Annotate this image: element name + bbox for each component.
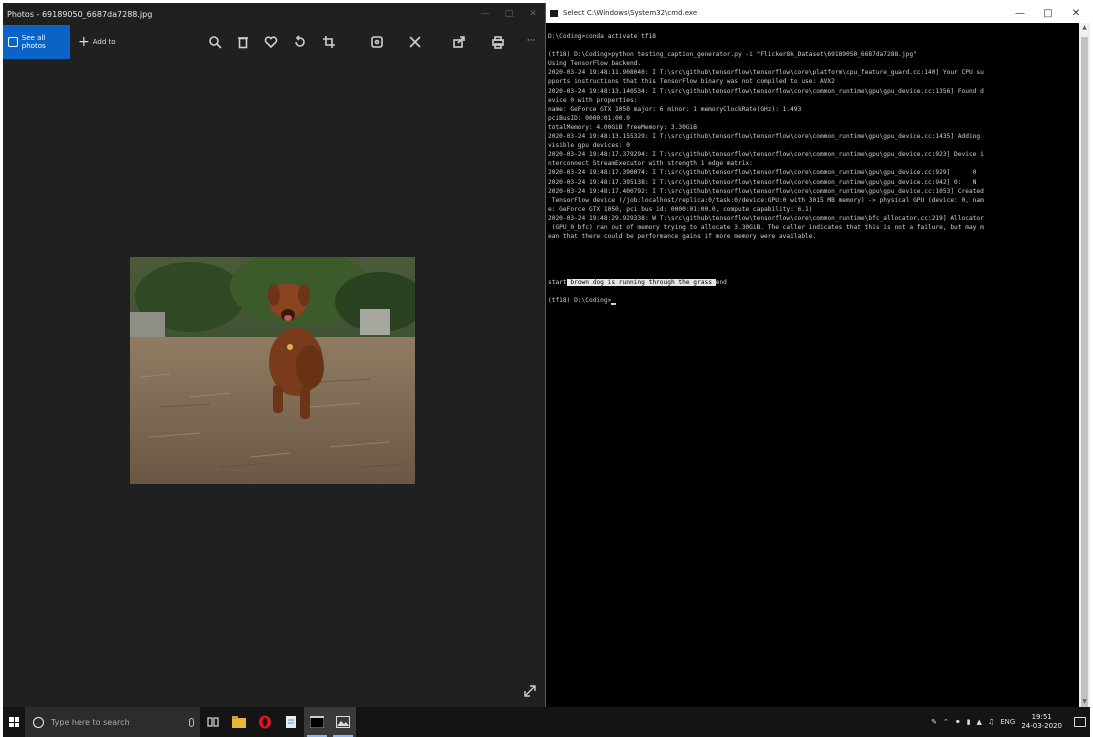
cmd-window-title: Select C:\Windows\System32\cmd.exe xyxy=(563,9,698,17)
dog-photo xyxy=(130,257,415,484)
clock-time: 19:51 xyxy=(1031,713,1052,721)
security-icon[interactable]: ⚫ xyxy=(955,718,961,726)
crop-icon[interactable] xyxy=(321,34,337,50)
edit-icon[interactable] xyxy=(407,34,423,50)
battery-icon[interactable]: ▮ xyxy=(967,718,971,726)
cortana-icon xyxy=(33,716,44,728)
language-indicator[interactable]: ENG xyxy=(1000,718,1015,726)
volume-icon[interactable]: ♫ xyxy=(988,718,994,726)
console-line: totalMemory: 4.00GiB freeMemory: 3.30GiB xyxy=(548,123,698,131)
cmd-app-icon xyxy=(550,9,558,17)
maximize-button[interactable]: □ xyxy=(497,3,521,25)
console-line: 2020-03-24 19:48:13.155329: I T:\src\git… xyxy=(548,133,981,141)
console-line: pciBusID: 0000:01:00.0 xyxy=(548,114,630,122)
console-output[interactable]: D:\Coding>conda activate tf18 (tf18) D:\C… xyxy=(546,23,1080,707)
console-line: evice 0 with properties: xyxy=(548,96,638,104)
full-screen-icon[interactable] xyxy=(523,683,537,697)
action-center-icon[interactable] xyxy=(1074,717,1086,727)
console-line: 2020-03-24 19:48:13.140534: I T:\src\git… xyxy=(548,87,984,95)
console-line: name: GeForce GTX 1050 major: 6 minor: 1… xyxy=(548,105,802,113)
close-button[interactable]: ✕ xyxy=(521,3,545,25)
zoom-icon[interactable] xyxy=(207,34,223,50)
task-view-icon[interactable] xyxy=(200,707,226,737)
console-line: 2020-03-24 19:48:11.908040: I T:\src\git… xyxy=(548,69,984,77)
photos-titlebar[interactable]: Photos - 69189050_6687da7288.jpg — □ ✕ xyxy=(3,3,545,25)
people-icon[interactable]: ✎ xyxy=(931,718,937,726)
file-explorer-icon[interactable] xyxy=(226,707,252,737)
console-line: 2020-03-24 19:48:17.400792: I T:\src\git… xyxy=(548,187,984,195)
console-line: TensorFlow device (/job:localhost/replic… xyxy=(548,196,984,204)
photos-window-title: Photos - 69189050_6687da7288.jpg xyxy=(7,9,153,19)
console-line: ean that there could be performance gain… xyxy=(548,233,817,241)
photos-icon[interactable] xyxy=(330,707,356,737)
share-icon[interactable] xyxy=(451,34,467,50)
rotate-icon[interactable] xyxy=(292,34,308,50)
clock[interactable]: 19:51 24-03-2020 xyxy=(1021,713,1062,731)
taskbar: Type here to search ✎ ⌃ ⚫ ▮ ▲ ♫ ENG 19:5… xyxy=(3,707,1090,737)
caption-output-line: start brown dog is running through the g… xyxy=(548,278,1078,287)
system-tray: ✎ ⌃ ⚫ ▮ ▲ ♫ ENG 19:51 24-03-2020 xyxy=(931,713,1090,731)
windows-logo-icon xyxy=(9,717,19,727)
notepad-icon[interactable] xyxy=(278,707,304,737)
network-icon[interactable]: ▲ xyxy=(977,718,982,726)
scrollbar-thumb[interactable] xyxy=(1081,37,1088,707)
scroll-down-icon[interactable]: ▼ xyxy=(1079,697,1090,707)
cmd-close-button[interactable]: ✕ xyxy=(1062,8,1090,19)
caption-end-token: end xyxy=(715,278,727,286)
cmd-maximize-button[interactable]: □ xyxy=(1034,8,1062,19)
caption-start-token: start xyxy=(548,278,567,286)
cmd-minimize-button[interactable]: — xyxy=(1006,8,1034,19)
console-line: 2020-03-24 19:48:17.395138: I T:\src\git… xyxy=(548,178,977,186)
console-line: (tf18) D:\Coding>python testing_caption_… xyxy=(548,51,917,59)
cmd-window: Select C:\Windows\System32\cmd.exe — □ ✕… xyxy=(545,3,1090,707)
heart-icon[interactable] xyxy=(263,34,279,50)
console-line: visible gpu devices: 0 xyxy=(548,142,630,150)
more-icon[interactable]: ··· xyxy=(523,33,539,49)
console-line: pports instructions that this TensorFlow… xyxy=(548,78,835,86)
photos-toolbar: See all photos + Add to ··· xyxy=(3,25,545,59)
enhance-icon[interactable] xyxy=(369,34,385,50)
minimize-button[interactable]: — xyxy=(473,3,497,25)
cmd-scrollbar[interactable]: ▲ ▼ xyxy=(1079,23,1090,707)
console-line: 2020-03-24 19:48:17.390074: I T:\src\git… xyxy=(548,169,977,177)
opera-icon[interactable] xyxy=(252,707,278,737)
scroll-up-icon[interactable]: ▲ xyxy=(1079,23,1090,33)
console-line: (GPU_0_bfc) ran out of memory trying to … xyxy=(548,223,984,231)
cmd-titlebar[interactable]: Select C:\Windows\System32\cmd.exe — □ ✕ xyxy=(546,3,1090,23)
photos-window: Photos - 69189050_6687da7288.jpg — □ ✕ S… xyxy=(3,3,545,707)
clock-date: 24-03-2020 xyxy=(1021,722,1062,730)
console-line: D:\Coding>conda activate tf18 xyxy=(548,33,657,40)
caption-selection[interactable]: brown dog is running through the grass xyxy=(566,278,716,286)
console-line: e: GeForce GTX 1050, pci bus id: 0000:01… xyxy=(548,205,813,213)
microphone-icon[interactable] xyxy=(189,717,194,727)
start-button[interactable] xyxy=(3,707,25,737)
search-placeholder: Type here to search xyxy=(51,717,130,727)
show-hidden-icons-icon[interactable]: ⌃ xyxy=(943,718,949,726)
console-line: 2020-03-24 19:48:17.379294: I T:\src\git… xyxy=(548,151,984,159)
console-line: 2020-03-24 19:48:29.929338: W T:\src\git… xyxy=(548,214,984,222)
taskbar-search-box[interactable]: Type here to search xyxy=(25,707,200,737)
delete-icon[interactable] xyxy=(235,34,251,50)
cmd-icon[interactable] xyxy=(304,707,330,737)
console-prompt-line[interactable]: (tf18) D:\Coding> xyxy=(548,296,1078,305)
console-line: Using TensorFlow backend. xyxy=(548,60,642,68)
console-line: nterconnect StreamExecutor with strength… xyxy=(548,160,753,168)
text-cursor xyxy=(611,302,617,305)
console-prompt: (tf18) D:\Coding> xyxy=(548,296,612,304)
print-icon[interactable] xyxy=(490,34,506,50)
